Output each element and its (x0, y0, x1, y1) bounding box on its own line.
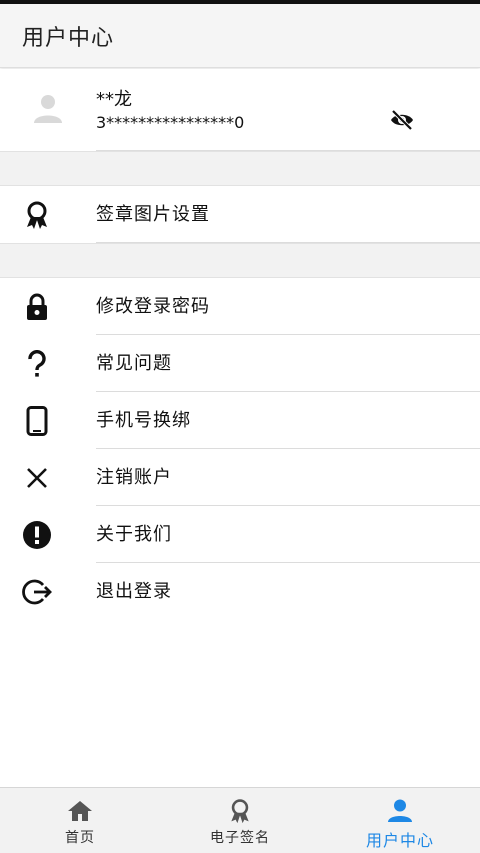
person-icon (387, 799, 413, 823)
eye-off-icon[interactable] (389, 109, 415, 131)
menu-item-label: 注销账户 (96, 467, 172, 488)
menu-item-change-password[interactable]: 修改登录密码 (0, 278, 480, 335)
section-gap (0, 151, 480, 186)
nav-item-e-signature[interactable]: 电子签名 (160, 788, 320, 853)
lock-icon (22, 292, 52, 322)
menu-item-change-phone[interactable]: 手机号换绑 (0, 392, 480, 449)
phone-icon (22, 406, 52, 436)
profile-card[interactable]: **龙 3****************0 (0, 69, 480, 151)
question-icon (22, 349, 52, 379)
section-gap (0, 243, 480, 278)
nav-label: 电子签名 (210, 830, 270, 846)
award-ribbon-icon (227, 799, 253, 824)
nav-item-user-center[interactable]: 用户中心 (320, 788, 480, 853)
menu-item-label: 修改登录密码 (96, 296, 210, 317)
avatar-placeholder-icon (34, 95, 62, 123)
menu-item-label: 退出登录 (96, 581, 172, 602)
nav-label: 首页 (65, 830, 95, 846)
user-id-masked: 3****************0 (96, 113, 245, 132)
menu-item-signature-settings[interactable]: 签章图片设置 (0, 186, 480, 243)
user-name: **龙 (96, 89, 132, 110)
menu-item-faq[interactable]: 常见问题 (0, 335, 480, 392)
award-ribbon-icon (22, 200, 52, 230)
menu-item-logout[interactable]: 退出登录 (0, 563, 480, 620)
alert-circle-icon (22, 520, 52, 550)
menu-item-label: 手机号换绑 (96, 410, 191, 431)
menu-item-label: 签章图片设置 (96, 204, 210, 225)
menu-item-label: 关于我们 (96, 524, 172, 545)
app-header: 用户中心 (0, 4, 480, 68)
menu-item-delete-account[interactable]: 注销账户 (0, 449, 480, 506)
home-icon (67, 799, 93, 823)
menu-item-about-us[interactable]: 关于我们 (0, 506, 480, 563)
page-title: 用户中心 (22, 25, 115, 51)
nav-label: 用户中心 (365, 831, 434, 850)
bottom-nav: 首页 电子签名 用户中心 (0, 787, 480, 853)
menu-item-label: 常见问题 (96, 353, 172, 374)
nav-item-home[interactable]: 首页 (0, 788, 160, 853)
close-icon (22, 463, 52, 493)
logout-icon (22, 577, 52, 607)
